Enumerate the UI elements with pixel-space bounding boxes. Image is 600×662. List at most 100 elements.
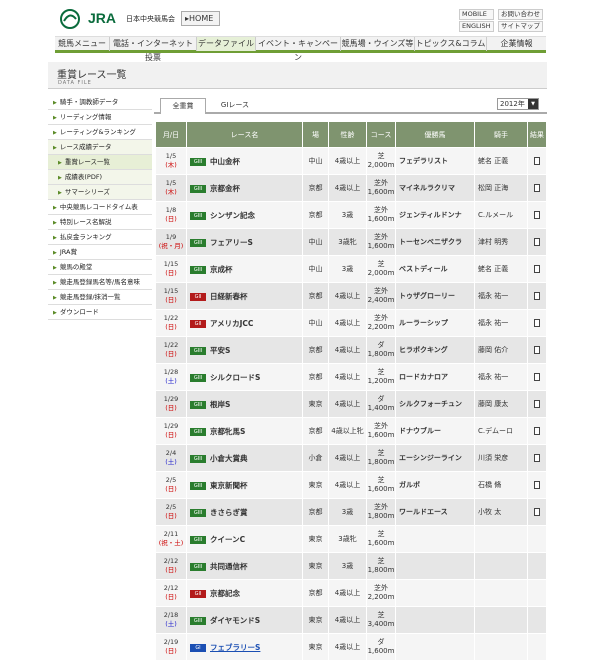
sidebar: ▶ 騎手・調教師データ ▶ リーディング情報 ▶ レーティング&ランキング ▶ レース成… xyxy=(48,95,152,320)
race-name: アメリカJCC xyxy=(210,318,254,328)
tab-g1-races[interactable]: GIレース xyxy=(218,98,252,114)
year-select[interactable]: 2012年 ▼ xyxy=(497,98,539,110)
race-name-link[interactable]: フェブラリーS xyxy=(210,643,260,652)
race-jockey: 福永 祐一 xyxy=(474,282,528,310)
nav-item-events[interactable]: イベント・キャンペーン xyxy=(256,37,341,62)
english-link[interactable]: ENGLISH xyxy=(459,21,494,32)
race-result[interactable] xyxy=(527,336,547,364)
logo-text[interactable]: JRA xyxy=(88,10,116,26)
arrow-icon: ▶ xyxy=(58,190,62,196)
race-result[interactable] xyxy=(527,363,547,391)
race-result[interactable] xyxy=(527,201,547,229)
document-icon[interactable] xyxy=(534,237,540,246)
document-icon[interactable] xyxy=(534,507,540,516)
race-venue: 小倉 xyxy=(302,444,329,472)
race-result[interactable] xyxy=(527,174,547,202)
sidebar-item-results-pdf[interactable]: ▶ 成績表(PDF) xyxy=(48,170,152,185)
course-distance: 1,600m xyxy=(367,647,395,655)
race-name-cell: GIII 平安S xyxy=(186,336,303,364)
nav-item-datafile[interactable]: データファイル xyxy=(197,37,256,51)
sidebar-item-record-times[interactable]: ▶ 中央競馬レコードタイム表 xyxy=(48,200,152,215)
race-result[interactable] xyxy=(527,471,547,499)
grade-badge: GI xyxy=(190,643,206,652)
race-course: 芝外 2,200m xyxy=(366,579,396,607)
document-icon[interactable] xyxy=(534,156,540,165)
course-type: 芝外 xyxy=(374,503,388,511)
home-button[interactable]: ▸HOME xyxy=(181,11,220,26)
course-distance: 3,400m xyxy=(367,620,395,628)
sidebar-item-hall-of-fame[interactable]: ▶ 競馬の殿堂 xyxy=(48,260,152,275)
nav-item-phone-internet[interactable]: 電話・インターネット投票 xyxy=(110,37,197,62)
sidebar-item-registration[interactable]: ▶ 競走馬登録/抹消一覧 xyxy=(48,290,152,305)
sidebar-item-summer-series[interactable]: ▶ サマーシリーズ xyxy=(48,185,152,200)
document-icon[interactable] xyxy=(534,210,540,219)
arrow-icon: ▶ xyxy=(53,295,57,301)
jra-logo-icon[interactable] xyxy=(58,9,84,29)
race-course: 芝外 2,200m xyxy=(366,309,396,337)
nav-item-corporate[interactable]: 企業情報 xyxy=(487,37,546,51)
nav-item-venues[interactable]: 競馬場・ウインズ等 xyxy=(341,37,415,51)
sidebar-item-race-names[interactable]: ▶ 特別レース名解説 xyxy=(48,215,152,230)
sidebar-item-jra-award[interactable]: ▶ JRA賞 xyxy=(48,245,152,260)
race-date: 1/22 (日) xyxy=(155,336,187,364)
nav-item-topics[interactable]: トピックス&コラム xyxy=(415,37,487,51)
course-distance: 2,000m xyxy=(367,161,395,169)
course-distance: 1,400m xyxy=(367,404,395,412)
col-header-age: 性齢 xyxy=(328,121,367,148)
race-result[interactable] xyxy=(527,147,547,175)
tab-all-graded[interactable]: 全重賞 xyxy=(160,98,206,114)
arrow-icon: ▶ xyxy=(53,220,57,226)
grade-badge: GIII xyxy=(190,157,206,166)
document-icon[interactable] xyxy=(534,480,540,489)
race-result[interactable] xyxy=(527,390,547,418)
race-result[interactable] xyxy=(527,444,547,472)
race-jockey: 藤岡 康太 xyxy=(474,390,528,418)
document-icon[interactable] xyxy=(534,291,540,300)
sidebar-item-leading[interactable]: ▶ リーディング情報 xyxy=(48,110,152,125)
race-result[interactable] xyxy=(527,255,547,283)
race-course: 芝外 1,600m xyxy=(366,174,396,202)
nav-item-menu[interactable]: 競馬メニュー xyxy=(55,37,110,51)
race-result[interactable] xyxy=(527,309,547,337)
race-name-cell[interactable]: GI フェブラリーS xyxy=(186,633,303,661)
sidebar-item-horse-names[interactable]: ▶ 競走馬登録馬名等/馬名意味 xyxy=(48,275,152,290)
race-date-value: 2/12 xyxy=(163,584,179,592)
document-icon[interactable] xyxy=(534,453,540,462)
race-result[interactable] xyxy=(527,417,547,445)
course-type: 芝外 xyxy=(374,314,388,322)
sidebar-item-race-results[interactable]: ▶ レース成績データ xyxy=(48,140,152,155)
race-name-cell: GIII きさらぎ賞 xyxy=(186,498,303,526)
mobile-link[interactable]: MOBILE xyxy=(459,9,494,20)
sidebar-item-download[interactable]: ▶ ダウンロード xyxy=(48,305,152,320)
race-result[interactable] xyxy=(527,282,547,310)
race-winner: ドナウブルー xyxy=(395,417,475,445)
sidebar-item-graded-list[interactable]: ▶ 重賞レース一覧 xyxy=(48,155,152,170)
col-header-race: レース名 xyxy=(186,121,303,148)
document-icon[interactable] xyxy=(534,372,540,381)
page-title: 重賞レース一覧 xyxy=(57,70,127,81)
race-venue: 京都 xyxy=(302,282,329,310)
race-dow: (木) xyxy=(165,161,177,169)
document-icon[interactable] xyxy=(534,318,540,327)
race-venue: 中山 xyxy=(302,309,329,337)
col-header-winner: 優勝馬 xyxy=(395,121,475,148)
sidebar-item-payout-ranking[interactable]: ▶ 払戻金ランキング xyxy=(48,230,152,245)
race-winner: エーシンジーライン xyxy=(395,444,475,472)
sidebar-item-jockey-trainer[interactable]: ▶ 騎手・調教師データ xyxy=(48,95,152,110)
grade-badge: GIII xyxy=(190,373,206,382)
race-name-cell: GIII 京成杯 xyxy=(186,255,303,283)
document-icon[interactable] xyxy=(534,399,540,408)
race-name-cell: GIII 共同通信杯 xyxy=(186,552,303,580)
arrow-icon: ▶ xyxy=(53,265,57,271)
contact-link[interactable]: お問い合わせ xyxy=(498,9,543,20)
sidebar-item-rating[interactable]: ▶ レーティング&ランキング xyxy=(48,125,152,140)
col-header-jockey: 騎手 xyxy=(474,121,528,148)
race-result[interactable] xyxy=(527,498,547,526)
race-result[interactable] xyxy=(527,228,547,256)
sitemap-link[interactable]: サイトマップ xyxy=(498,21,543,32)
document-icon[interactable] xyxy=(534,264,540,273)
document-icon[interactable] xyxy=(534,183,540,192)
document-icon[interactable] xyxy=(534,345,540,354)
race-date-value: 2/5 xyxy=(165,503,177,511)
document-icon[interactable] xyxy=(534,426,540,435)
